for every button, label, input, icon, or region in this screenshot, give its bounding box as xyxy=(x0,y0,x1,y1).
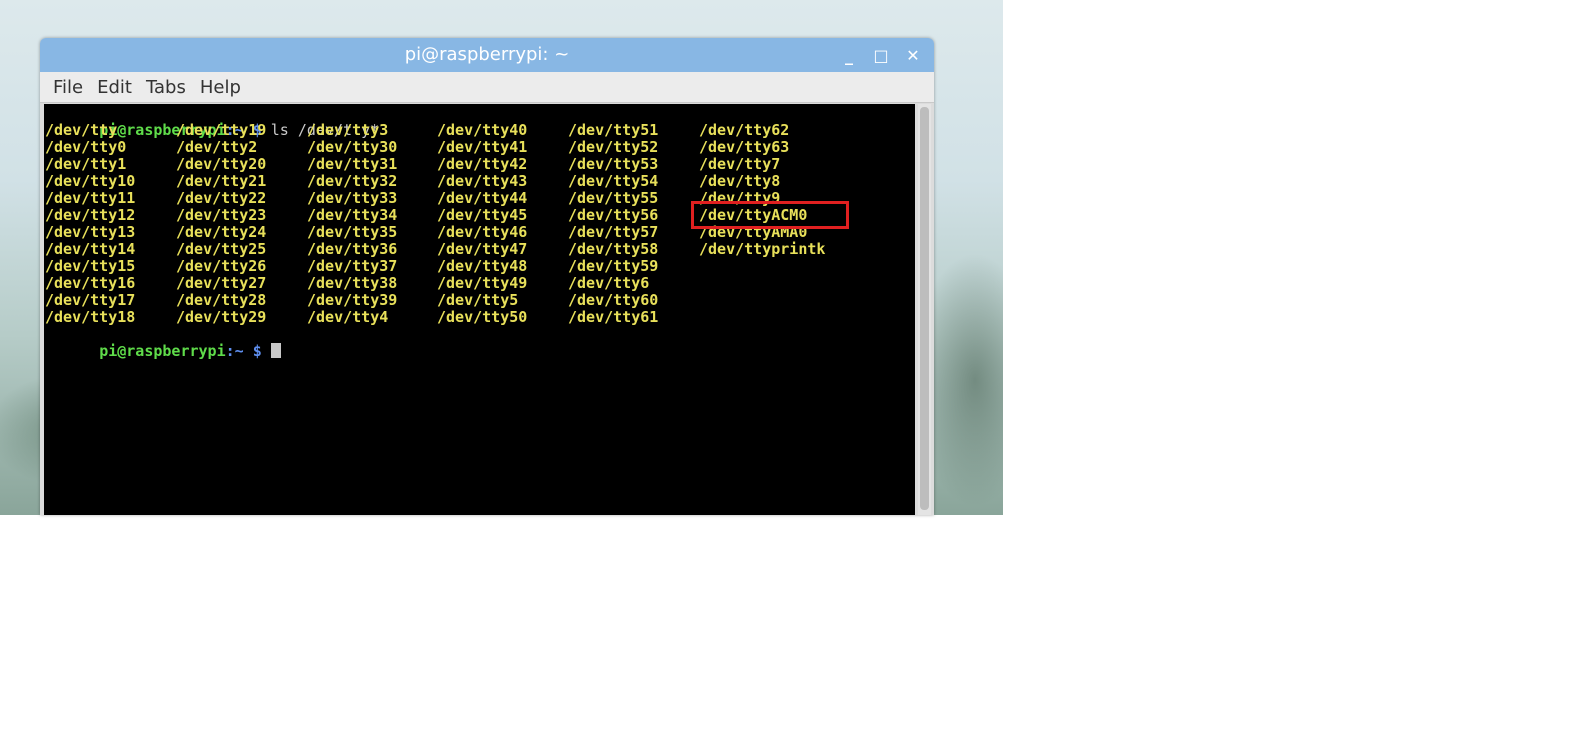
device-entry: /dev/tty24 xyxy=(176,223,267,241)
highlight-box xyxy=(691,201,849,229)
device-entry: /dev/tty20 xyxy=(176,155,267,173)
menu-bar: File Edit Tabs Help xyxy=(40,72,934,103)
device-entry: /dev/tty44 xyxy=(437,189,528,207)
device-entry: /dev/tty53 xyxy=(568,155,659,173)
device-entry: /dev/tty40 xyxy=(437,121,528,139)
device-entry: /dev/tty28 xyxy=(176,291,267,309)
device-entry: /dev/tty xyxy=(45,121,118,139)
device-entry: /dev/tty7 xyxy=(699,155,781,173)
device-entry: /dev/tty2 xyxy=(176,138,258,156)
device-entry: /dev/tty38 xyxy=(307,274,398,292)
minimize-icon[interactable]: _ xyxy=(838,44,860,66)
device-entry: /dev/tty39 xyxy=(307,291,398,309)
device-entry: /dev/tty14 xyxy=(45,240,136,258)
vertical-scrollbar[interactable] xyxy=(918,104,931,515)
device-entry: /dev/tty5 xyxy=(437,291,519,309)
device-entry: /dev/tty22 xyxy=(176,189,267,207)
device-entry: /dev/tty45 xyxy=(437,206,528,224)
scrollbar-thumb[interactable] xyxy=(920,107,929,510)
prompt-user: pi@raspberrypi xyxy=(99,342,226,360)
device-entry: /dev/tty13 xyxy=(45,223,136,241)
device-entry: /dev/tty59 xyxy=(568,257,659,275)
device-entry: /dev/tty58 xyxy=(568,240,659,258)
device-entry: /dev/tty36 xyxy=(307,240,398,258)
window-title: pi@raspberrypi: ~ xyxy=(404,44,570,65)
menu-tabs[interactable]: Tabs xyxy=(139,77,193,98)
device-entry: /dev/tty34 xyxy=(307,206,398,224)
device-entry: /dev/tty30 xyxy=(307,138,398,156)
device-entry: /dev/tty19 xyxy=(176,121,267,139)
title-bar[interactable]: pi@raspberrypi: ~ _ □ ✕ xyxy=(40,38,934,72)
device-entry: /dev/tty23 xyxy=(176,206,267,224)
device-entry: /dev/tty18 xyxy=(45,308,136,326)
device-entry: /dev/tty12 xyxy=(45,206,136,224)
device-entry: /dev/tty56 xyxy=(568,206,659,224)
device-entry: /dev/tty63 xyxy=(699,138,790,156)
terminal-output[interactable]: pi@raspberrypi:~ $ ls /dev/tty* /dev/tty… xyxy=(44,104,915,515)
device-entry: /dev/tty47 xyxy=(437,240,528,258)
device-entry: /dev/tty4 xyxy=(307,308,389,326)
device-entry: /dev/tty42 xyxy=(437,155,528,173)
device-entry: /dev/tty43 xyxy=(437,172,528,190)
window-controls: _ □ ✕ xyxy=(838,38,924,72)
device-entry: /dev/tty49 xyxy=(437,274,528,292)
device-entry: /dev/tty46 xyxy=(437,223,528,241)
device-entry: /dev/tty25 xyxy=(176,240,267,258)
device-entry: /dev/tty61 xyxy=(568,308,659,326)
device-entry: /dev/tty48 xyxy=(437,257,528,275)
device-entry: /dev/tty55 xyxy=(568,189,659,207)
device-entry: /dev/tty16 xyxy=(45,274,136,292)
device-entry: /dev/tty37 xyxy=(307,257,398,275)
device-entry: /dev/tty8 xyxy=(699,172,781,190)
device-entry: /dev/tty29 xyxy=(176,308,267,326)
menu-edit[interactable]: Edit xyxy=(90,77,139,98)
device-entry: /dev/tty27 xyxy=(176,274,267,292)
prompt-symbol: $ xyxy=(243,342,262,360)
device-entry: /dev/tty57 xyxy=(568,223,659,241)
device-entry: /dev/tty52 xyxy=(568,138,659,156)
command-line: pi@raspberrypi:~ $ ls /dev/tty* xyxy=(45,105,379,139)
maximize-icon[interactable]: □ xyxy=(870,44,892,66)
device-entry: /dev/ttyprintk xyxy=(699,240,826,258)
device-entry: /dev/tty17 xyxy=(45,291,136,309)
device-entry: /dev/tty54 xyxy=(568,172,659,190)
device-entry: /dev/tty1 xyxy=(45,155,127,173)
device-entry: /dev/tty10 xyxy=(45,172,136,190)
device-entry: /dev/tty15 xyxy=(45,257,136,275)
device-entry: /dev/tty51 xyxy=(568,121,659,139)
terminal-window[interactable]: pi@raspberrypi: ~ _ □ ✕ File Edit Tabs H… xyxy=(40,38,934,515)
device-entry: /dev/tty50 xyxy=(437,308,528,326)
device-entry: /dev/tty11 xyxy=(45,189,136,207)
prompt-path: :~ xyxy=(225,342,244,360)
device-entry: /dev/tty0 xyxy=(45,138,127,156)
active-prompt-line[interactable]: pi@raspberrypi:~ $ xyxy=(45,326,281,360)
device-entry: /dev/tty3 xyxy=(307,121,389,139)
menu-file[interactable]: File xyxy=(46,77,90,98)
device-entry: /dev/tty32 xyxy=(307,172,398,190)
device-entry: /dev/tty41 xyxy=(437,138,528,156)
device-entry: /dev/tty35 xyxy=(307,223,398,241)
device-entry: /dev/tty62 xyxy=(699,121,790,139)
device-entry: /dev/tty21 xyxy=(176,172,267,190)
device-entry: /dev/tty33 xyxy=(307,189,398,207)
text-cursor xyxy=(270,343,281,358)
close-icon[interactable]: ✕ xyxy=(902,44,924,66)
device-entry: /dev/tty6 xyxy=(568,274,650,292)
device-entry: /dev/tty31 xyxy=(307,155,398,173)
menu-help[interactable]: Help xyxy=(193,77,248,98)
device-entry: /dev/tty26 xyxy=(176,257,267,275)
device-entry: /dev/tty60 xyxy=(568,291,659,309)
